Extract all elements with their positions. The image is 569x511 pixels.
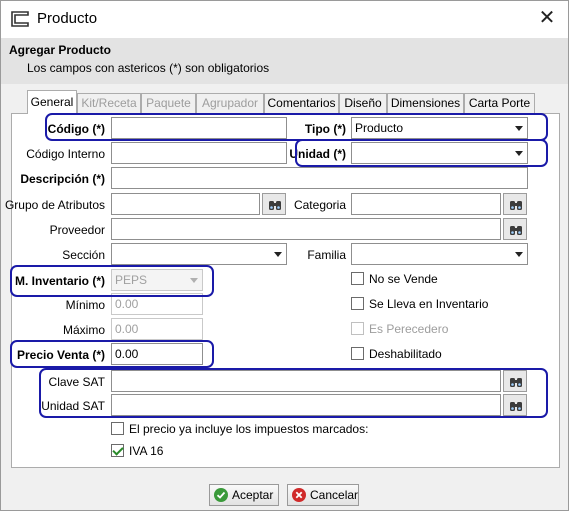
m-inventario-select[interactable]: PEPS xyxy=(111,269,203,291)
deshabilitado-label: Deshabilitado xyxy=(369,347,442,361)
tab-kit-receta[interactable]: Kit/Receta xyxy=(77,93,141,113)
minimo-input[interactable] xyxy=(111,293,203,315)
close-icon[interactable]: ✕ xyxy=(531,7,563,31)
iva16-label: IVA 16 xyxy=(129,444,164,458)
chevron-down-icon xyxy=(511,118,527,138)
tab-dimensiones[interactable]: Dimensiones xyxy=(387,93,464,113)
tipo-select[interactable]: Producto xyxy=(351,117,528,139)
binoculars-icon xyxy=(510,378,522,387)
es-perecedero-label: Es Perecedero xyxy=(369,322,449,336)
binoculars-icon xyxy=(510,201,522,210)
precio-venta-label: Precio Venta (*) xyxy=(16,348,105,362)
unidad-sat-label: Unidad SAT xyxy=(41,399,105,413)
proveedor-input[interactable] xyxy=(111,218,501,240)
m-inventario-select-value: PEPS xyxy=(115,273,148,287)
categoria-lookup-button[interactable] xyxy=(503,193,527,215)
categoria-input[interactable] xyxy=(351,193,501,215)
chevron-down-icon xyxy=(511,244,527,264)
descripcion-label: Descripción (*) xyxy=(20,172,105,186)
codigo-interno-label: Código Interno xyxy=(26,147,105,161)
precio-incluye-impuestos-label: El precio ya incluye los impuestos marca… xyxy=(129,422,369,436)
cancel-circle-icon xyxy=(292,488,306,502)
precio-venta-input[interactable] xyxy=(111,343,203,365)
iva16-checkbox[interactable] xyxy=(111,444,124,457)
unidad-sat-input[interactable] xyxy=(111,394,501,416)
tipo-label: Tipo (*) xyxy=(304,122,346,136)
header-subtitle: Los campos con astericos (*) son obligat… xyxy=(27,61,270,75)
grupo-atributos-label: Grupo de Atributos xyxy=(4,198,105,212)
app-logo-icon xyxy=(11,11,29,27)
codigo-label: Código (*) xyxy=(47,122,105,136)
tab-agrupador[interactable]: Agrupador xyxy=(196,93,264,113)
dialog-header: Agregar Producto Los campos con asterico… xyxy=(1,38,568,84)
tab-comentarios[interactable]: Comentarios xyxy=(264,93,339,113)
tab-carta-porte[interactable]: Carta Porte xyxy=(464,93,535,113)
familia-select[interactable] xyxy=(351,243,528,265)
seccion-select[interactable] xyxy=(111,243,287,265)
proveedor-label: Proveedor xyxy=(49,223,105,237)
proveedor-lookup-button[interactable] xyxy=(503,218,527,240)
codigo-interno-input[interactable] xyxy=(111,142,287,164)
maximo-input[interactable] xyxy=(111,318,203,340)
se-lleva-inventario-checkbox[interactable] xyxy=(351,297,364,310)
binoculars-icon xyxy=(269,201,281,210)
m-inventario-label: M. Inventario (*) xyxy=(14,274,105,288)
title-bar: Producto ✕ xyxy=(1,1,568,38)
accept-button[interactable]: Aceptar xyxy=(209,484,279,506)
clave-sat-input[interactable] xyxy=(111,370,501,392)
categoria-label: Categoria xyxy=(293,198,346,212)
unidad-select[interactable] xyxy=(351,142,528,164)
accept-button-label: Aceptar xyxy=(232,488,274,502)
descripcion-input[interactable] xyxy=(111,167,528,189)
tipo-select-value: Producto xyxy=(355,121,404,135)
no-se-vende-checkbox[interactable] xyxy=(351,272,364,285)
unidad-label: Unidad (*) xyxy=(289,147,346,161)
seccion-label: Sección xyxy=(62,248,105,262)
unidad-sat-lookup-button[interactable] xyxy=(503,394,527,416)
tab-paquete[interactable]: Paquete xyxy=(141,93,196,113)
tab-general[interactable]: General xyxy=(27,90,77,114)
binoculars-icon xyxy=(510,402,522,411)
es-perecedero-checkbox[interactable] xyxy=(351,322,364,335)
familia-label: Familia xyxy=(307,248,346,262)
grupo-atributos-input[interactable] xyxy=(111,193,260,215)
cancel-button-label: Cancelar xyxy=(310,488,359,502)
codigo-input[interactable] xyxy=(111,117,287,139)
clave-sat-label: Clave SAT xyxy=(48,375,105,389)
minimo-label: Mínimo xyxy=(65,298,105,312)
maximo-label: Máximo xyxy=(62,323,105,337)
chevron-down-icon xyxy=(186,270,202,290)
precio-incluye-impuestos-checkbox[interactable] xyxy=(111,422,124,435)
product-dialog: Producto ✕ Agregar Producto Los campos c… xyxy=(0,0,569,511)
clave-sat-lookup-button[interactable] xyxy=(503,370,527,392)
binoculars-icon xyxy=(510,226,522,235)
header-title: Agregar Producto xyxy=(9,43,112,57)
deshabilitado-checkbox[interactable] xyxy=(351,347,364,360)
no-se-vende-label: No se Vende xyxy=(369,272,438,286)
grupo-atributos-lookup-button[interactable] xyxy=(262,193,286,215)
tab-diseno[interactable]: Diseño xyxy=(339,93,387,113)
check-circle-icon xyxy=(214,488,228,502)
cancel-button[interactable]: Cancelar xyxy=(287,484,359,506)
chevron-down-icon xyxy=(270,244,286,264)
se-lleva-inventario-label: Se Lleva en Inventario xyxy=(369,297,489,311)
chevron-down-icon xyxy=(511,143,527,163)
window-title: Producto xyxy=(37,10,98,27)
